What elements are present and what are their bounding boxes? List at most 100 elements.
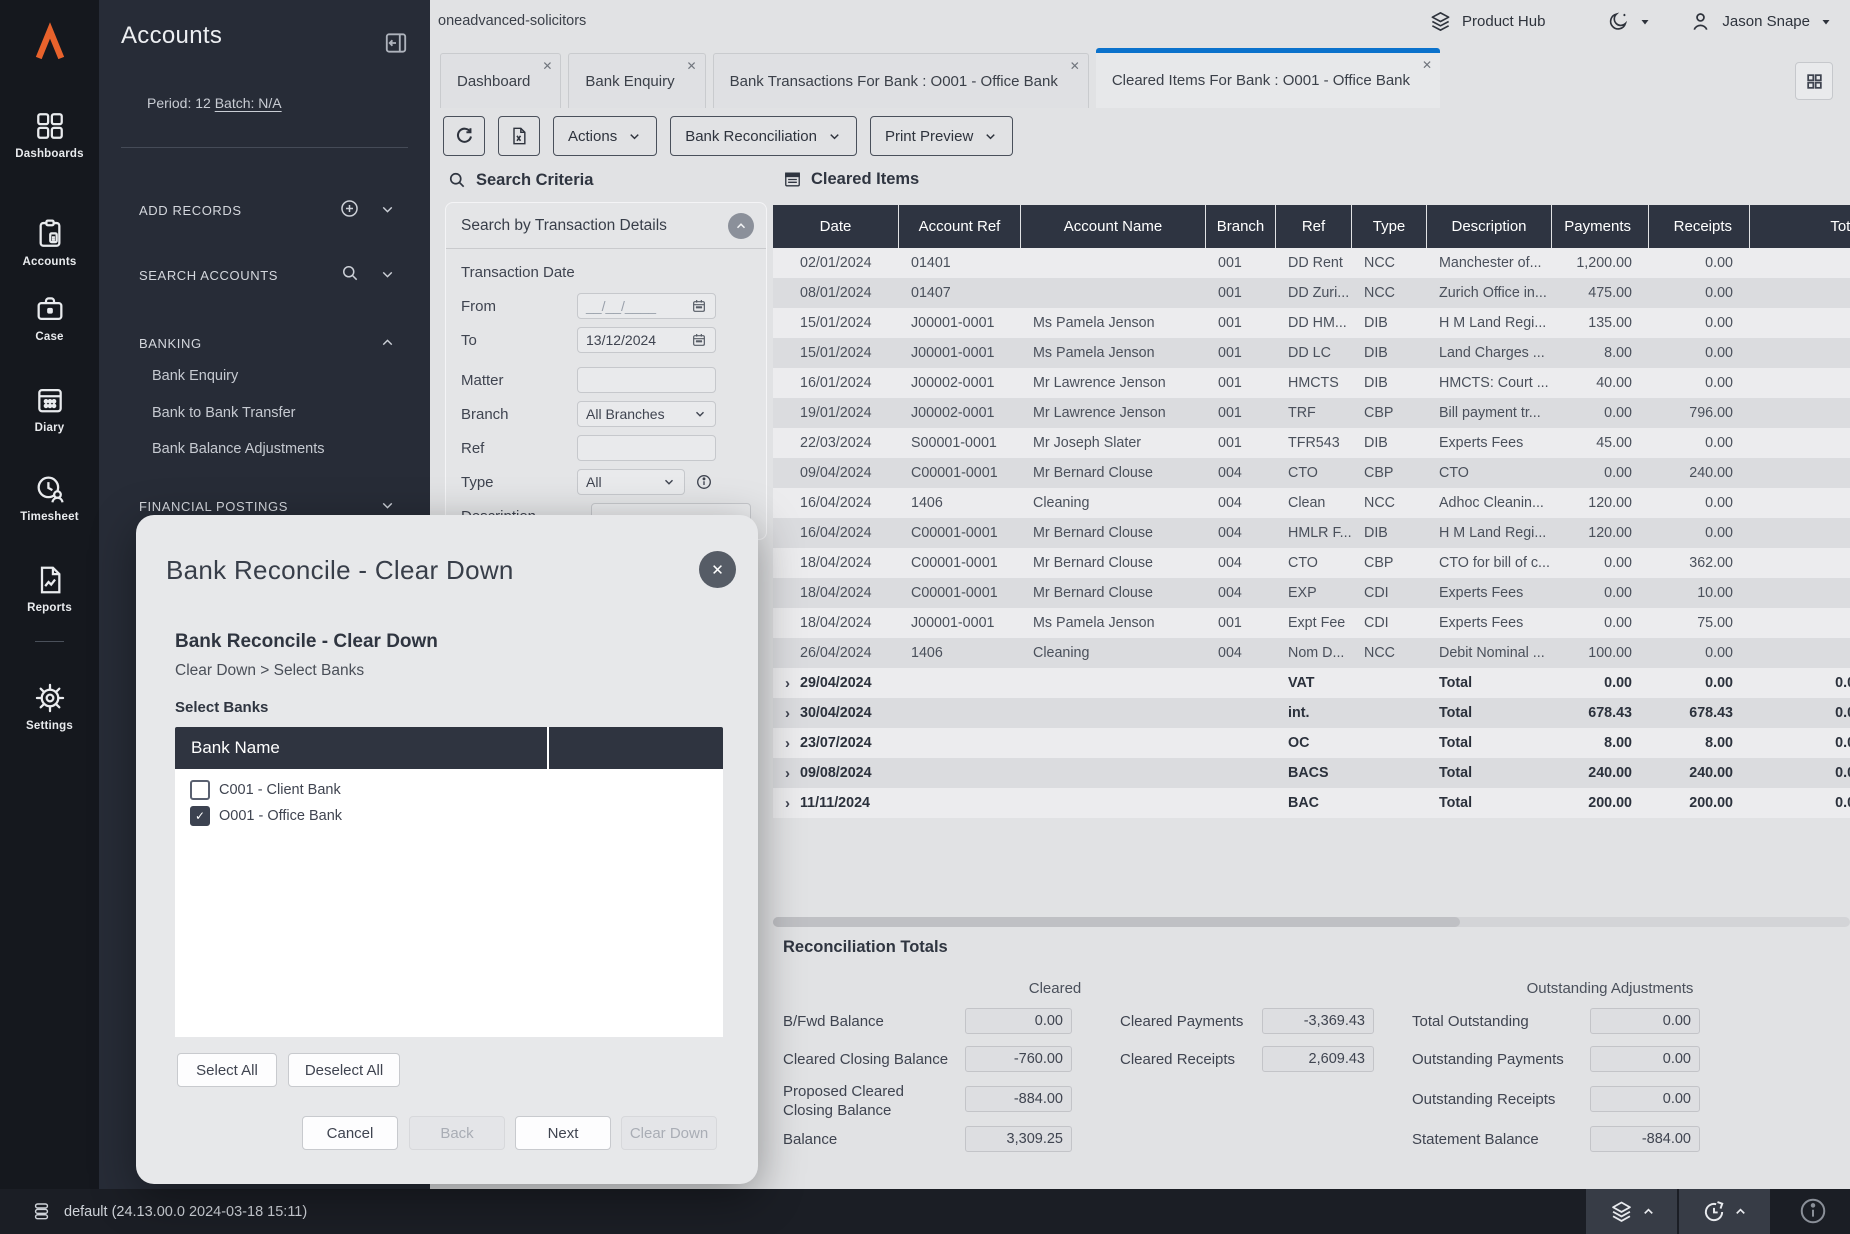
column-header[interactable]: Type (1352, 205, 1427, 248)
batch-link[interactable]: Batch: N/A (215, 95, 282, 111)
column-header[interactable]: Account Ref (899, 205, 1021, 248)
horizontal-scrollbar[interactable] (773, 917, 1850, 927)
bank-row-office[interactable]: ✓ O001 - Office Bank (175, 803, 723, 829)
calendar-icon[interactable] (691, 332, 707, 348)
chevron-down-icon[interactable] (379, 201, 396, 218)
close-icon[interactable]: ✕ (687, 59, 697, 73)
sidebar-item-case[interactable]: Case (0, 293, 99, 343)
info-icon[interactable] (695, 473, 713, 491)
chevron-down-icon[interactable] (1820, 16, 1832, 28)
column-header[interactable]: Description (1427, 205, 1552, 248)
history-panel-button[interactable] (1679, 1189, 1770, 1234)
table-row[interactable]: 02/01/202401401001DD RentNCCManchester o… (773, 248, 1850, 278)
table-row[interactable]: 18/04/2024C00001-0001Mr Bernard Clouse00… (773, 548, 1850, 578)
chevron-up-icon[interactable] (379, 334, 396, 351)
group-row[interactable]: ›30/04/2024int.Total678.43678.430.00 (773, 698, 1850, 728)
calendar-icon[interactable] (691, 298, 707, 314)
section-financial-postings[interactable]: FINANCIAL POSTINGS (139, 499, 288, 514)
clear-down-button[interactable]: Clear Down (621, 1116, 717, 1150)
user-name[interactable]: Jason Snape (1722, 13, 1810, 30)
plus-circle-icon[interactable] (339, 198, 360, 219)
next-button[interactable]: Next (515, 1116, 611, 1150)
chevron-right-icon[interactable]: › (785, 675, 790, 692)
bank-row-client[interactable]: C001 - Client Bank (175, 777, 723, 803)
table-row[interactable]: 15/01/2024J00001-0001Ms Pamela Jenson001… (773, 338, 1850, 368)
search-icon[interactable] (340, 263, 360, 283)
table-row[interactable]: 16/04/20241406Cleaning004CleanNCCAdhoc C… (773, 488, 1850, 518)
sidebar-item-timesheet[interactable]: Timesheet (0, 473, 99, 523)
bank-reconciliation-dropdown[interactable]: Bank Reconciliation (670, 116, 857, 156)
sidebar-item-diary[interactable]: Diary (0, 384, 99, 434)
layout-grid-button[interactable] (1795, 62, 1833, 100)
close-icon[interactable]: ✕ (1422, 58, 1432, 72)
table-row[interactable]: 18/04/2024J00001-0001Ms Pamela Jenson001… (773, 608, 1850, 638)
matter-input[interactable] (577, 367, 716, 393)
checkbox-unchecked-icon[interactable] (190, 780, 210, 800)
table-row[interactable]: 16/04/2024C00001-0001Mr Bernard Clouse00… (773, 518, 1850, 548)
product-hub-link[interactable]: Product Hub (1462, 13, 1545, 30)
modal-close-button[interactable]: ✕ (699, 551, 736, 588)
section-add-records[interactable]: ADD RECORDS (139, 203, 242, 218)
chevron-right-icon[interactable]: › (785, 735, 790, 752)
column-header[interactable]: Account Name (1021, 205, 1206, 248)
sidebar-item-dashboards[interactable]: Dashboards (0, 110, 99, 160)
sidebar-item-bank-balance-adjustments[interactable]: Bank Balance Adjustments (152, 441, 325, 457)
sidebar-item-accounts[interactable]: Accounts (0, 218, 99, 268)
info-icon[interactable] (1798, 1196, 1828, 1226)
group-row[interactable]: ›11/11/2024BACTotal200.00200.000.00 (773, 788, 1850, 818)
column-header[interactable]: Receipts (1649, 205, 1750, 248)
column-header[interactable]: Ref (1276, 205, 1352, 248)
branch-select[interactable]: All Branches (577, 401, 716, 427)
chevron-right-icon[interactable]: › (785, 765, 790, 782)
tab-bank-transactions[interactable]: Bank Transactions For Bank : O001 - Offi… (713, 53, 1089, 108)
column-header[interactable]: Branch (1206, 205, 1276, 248)
dark-mode-moon-icon[interactable] (1607, 11, 1629, 33)
tab-bank-enquiry[interactable]: Bank Enquiry ✕ (568, 53, 705, 108)
actions-dropdown[interactable]: Actions (553, 116, 657, 156)
sidebar-item-reports[interactable]: Reports (0, 564, 99, 614)
collapse-panel-icon[interactable] (383, 30, 409, 56)
table-row[interactable]: 22/03/2024S00001-0001Mr Joseph Slater001… (773, 428, 1850, 458)
ref-input[interactable] (577, 435, 716, 461)
chevron-down-icon[interactable] (379, 266, 396, 283)
checkbox-checked-icon[interactable]: ✓ (190, 806, 210, 826)
tab-cleared-items[interactable]: Cleared Items For Bank : O001 - Office B… (1096, 48, 1440, 108)
layers-panel-button[interactable] (1586, 1189, 1677, 1234)
table-row[interactable]: 08/01/202401407001DD Zuri...NCCZurich Of… (773, 278, 1850, 308)
sidebar-item-bank-to-bank-transfer[interactable]: Bank to Bank Transfer (152, 405, 295, 421)
chevron-right-icon[interactable]: › (785, 705, 790, 722)
print-preview-dropdown[interactable]: Print Preview (870, 116, 1013, 156)
table-row[interactable]: 09/04/2024C00001-0001Mr Bernard Clouse00… (773, 458, 1850, 488)
deselect-all-button[interactable]: Deselect All (288, 1053, 400, 1087)
to-date-input[interactable]: 13/12/2024 (577, 327, 716, 353)
table-row[interactable]: 15/01/2024J00001-0001Ms Pamela Jenson001… (773, 308, 1850, 338)
type-select[interactable]: All (577, 469, 685, 495)
cancel-button[interactable]: Cancel (302, 1116, 398, 1150)
chevron-down-icon[interactable] (1639, 16, 1651, 28)
close-icon[interactable]: ✕ (1070, 59, 1080, 73)
group-row[interactable]: ›09/08/2024BACSTotal240.00240.000.00 (773, 758, 1850, 788)
back-button[interactable]: Back (409, 1116, 505, 1150)
group-row[interactable]: ›23/07/2024OCTotal8.008.000.00 (773, 728, 1850, 758)
table-row[interactable]: 16/01/2024J00002-0001Mr Lawrence Jenson0… (773, 368, 1850, 398)
column-header[interactable]: Payments (1552, 205, 1649, 248)
column-header[interactable]: Date (773, 205, 899, 248)
table-row[interactable]: 26/04/20241406Cleaning004Nom D...NCCDebi… (773, 638, 1850, 668)
column-header[interactable]: Total (1750, 205, 1850, 248)
collapse-section-button[interactable] (728, 213, 754, 239)
group-row[interactable]: ›29/04/2024VATTotal0.000.000.00 (773, 668, 1850, 698)
sidebar-item-bank-enquiry[interactable]: Bank Enquiry (152, 368, 238, 384)
chevron-right-icon[interactable]: › (785, 795, 790, 812)
scrollbar-thumb[interactable] (773, 917, 1460, 927)
user-avatar-icon[interactable] (1689, 10, 1712, 33)
product-hub-layers-icon[interactable] (1429, 10, 1452, 33)
table-row[interactable]: 19/01/2024J00002-0001Mr Lawrence Jenson0… (773, 398, 1850, 428)
chevron-down-icon[interactable] (379, 497, 396, 514)
select-all-button[interactable]: Select All (177, 1053, 277, 1087)
export-excel-button[interactable] (498, 116, 540, 156)
refresh-button[interactable] (443, 116, 485, 156)
sidebar-item-settings[interactable]: Settings (0, 682, 99, 732)
close-icon[interactable]: ✕ (542, 59, 552, 73)
tab-dashboard[interactable]: Dashboard ✕ (440, 53, 561, 108)
from-date-input[interactable]: __/__/____ (577, 293, 716, 319)
